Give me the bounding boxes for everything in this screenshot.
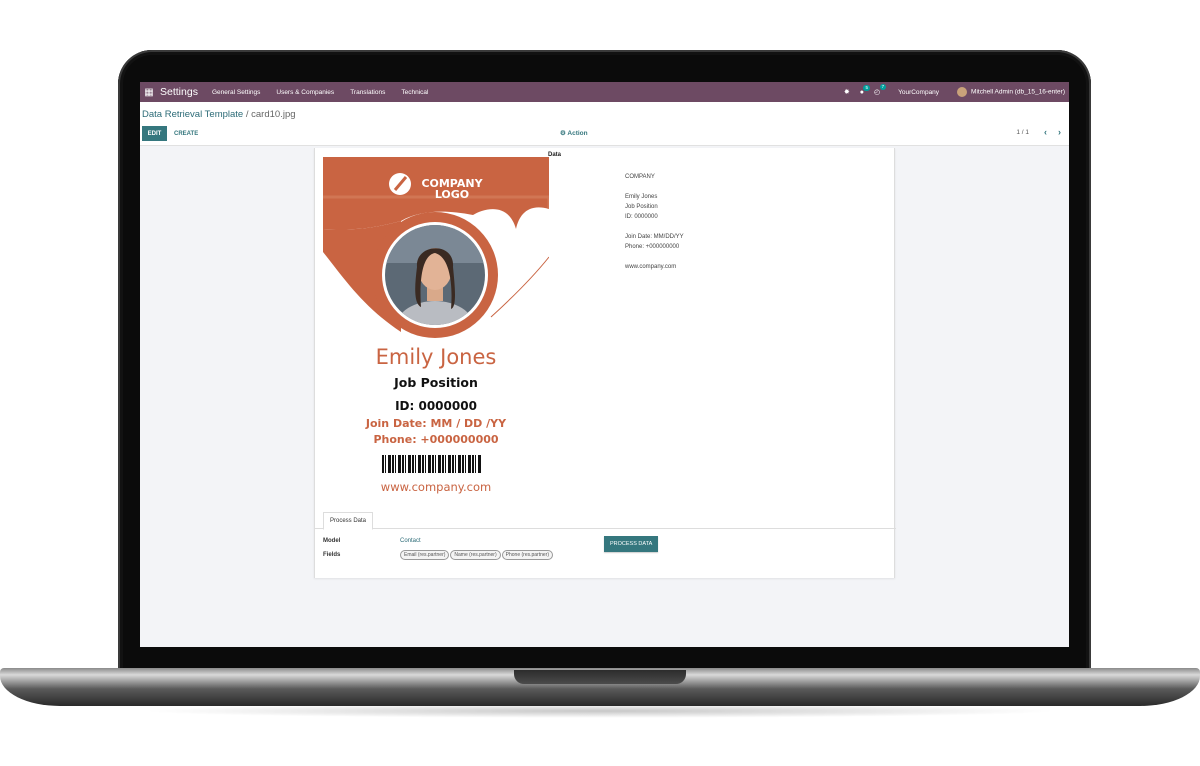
notebook-tabs: Process Data bbox=[315, 509, 896, 530]
card-id: ID: 0000000 bbox=[395, 399, 477, 413]
field-tag[interactable]: Phone (res.partner) bbox=[501, 550, 553, 560]
avatar bbox=[957, 87, 968, 97]
tab-process-data[interactable]: Process Data bbox=[323, 512, 374, 530]
logo-line-2: LOGO bbox=[434, 188, 470, 201]
apps-grid-icon[interactable]: ▦ bbox=[142, 85, 156, 99]
data-name: Emily Jones bbox=[625, 194, 658, 200]
data-field-label: Data bbox=[548, 152, 562, 158]
pager-value: 1 / 1 bbox=[1016, 129, 1029, 136]
card-website: www.company.com bbox=[380, 480, 492, 494]
process-data-button[interactable]: PROCESS DATA bbox=[604, 536, 659, 552]
screen: ▦ Settings General Settings Users & Comp… bbox=[140, 82, 1069, 647]
breadcrumb-current: card10.jpg bbox=[251, 109, 296, 120]
data-join: Join Date: MM/DD/YY bbox=[625, 234, 684, 240]
card-join-date: Join Date: MM / DD /YY bbox=[365, 417, 507, 430]
model-field[interactable]: Contact bbox=[400, 538, 421, 544]
breadcrumb-sep: / bbox=[243, 109, 252, 120]
navbar-right: ✸ ● 5 ◴ 7 YourCompany Mitchell Admin (db… bbox=[844, 84, 1065, 97]
user-name: Mitchell Admin (db_15_16-enter) bbox=[971, 88, 1065, 96]
action-label: Action bbox=[567, 130, 588, 137]
messages-badge: 5 bbox=[863, 84, 870, 91]
user-menu[interactable]: Mitchell Admin (db_15_16-enter) bbox=[957, 87, 1065, 97]
chevron-right-icon[interactable]: › bbox=[1058, 127, 1061, 137]
id-card-image: COMPANY LOGO Emily Jones Job Position ID… bbox=[323, 157, 549, 500]
chat-icon[interactable]: ● 5 bbox=[860, 84, 870, 96]
data-phone: Phone: +000000000 bbox=[625, 244, 680, 250]
gear-icon: ⚙ bbox=[560, 130, 566, 137]
company-switcher[interactable]: YourCompany bbox=[898, 89, 939, 96]
action-menu[interactable]: ⚙ Action bbox=[560, 129, 588, 137]
field-tag[interactable]: Name (res.partner) bbox=[450, 550, 501, 560]
card-artwork bbox=[323, 157, 549, 338]
menu-technical[interactable]: Technical bbox=[401, 89, 428, 96]
breadcrumb: Data Retrieval Template / card10.jpg bbox=[142, 109, 296, 120]
menu-users-companies[interactable]: Users & Companies bbox=[276, 89, 334, 96]
card-job: Job Position bbox=[394, 375, 478, 390]
fields-label: Fields bbox=[323, 552, 341, 558]
card-name: Emily Jones bbox=[375, 345, 497, 369]
card-phone: Phone: +000000000 bbox=[373, 433, 499, 446]
menu-translations[interactable]: Translations bbox=[350, 89, 385, 96]
activities-badge: 7 bbox=[879, 84, 887, 90]
create-button[interactable]: CREATE bbox=[174, 126, 198, 141]
fields-tags: Email (res.partner) Name (res.partner) P… bbox=[400, 550, 553, 560]
model-label: Model bbox=[323, 538, 341, 544]
edit-button[interactable]: EDIT bbox=[142, 126, 167, 141]
extracted-data[interactable]: COMPANY Emily Jones Job Position ID: 000… bbox=[625, 172, 684, 272]
form-sheet: COMPANY LOGO Emily Jones Job Position ID… bbox=[314, 148, 896, 578]
company-logo-icon: COMPANY LOGO bbox=[420, 178, 484, 200]
clock-icon[interactable]: ◴ 7 bbox=[874, 84, 887, 96]
barcode-icon bbox=[382, 455, 482, 473]
top-navbar: ▦ Settings General Settings Users & Comp… bbox=[140, 82, 1069, 102]
chevron-left-icon[interactable]: ‹ bbox=[1044, 127, 1047, 137]
field-tag[interactable]: Email (res.partner) bbox=[400, 550, 450, 560]
menu-general-settings[interactable]: General Settings bbox=[212, 89, 260, 96]
breadcrumb-parent[interactable]: Data Retrieval Template bbox=[142, 109, 243, 120]
control-panel: Data Retrieval Template / card10.jpg EDI… bbox=[140, 102, 1069, 146]
data-job: Job Position bbox=[625, 204, 658, 210]
laptop-notch bbox=[514, 670, 686, 684]
bug-icon[interactable]: ✸ bbox=[844, 88, 850, 96]
data-id: ID: 0000000 bbox=[625, 214, 658, 220]
app-brand[interactable]: Settings bbox=[160, 86, 198, 98]
data-website: www.company.com bbox=[625, 264, 677, 270]
laptop-shadow bbox=[140, 704, 1060, 718]
data-company: COMPANY bbox=[625, 174, 655, 180]
